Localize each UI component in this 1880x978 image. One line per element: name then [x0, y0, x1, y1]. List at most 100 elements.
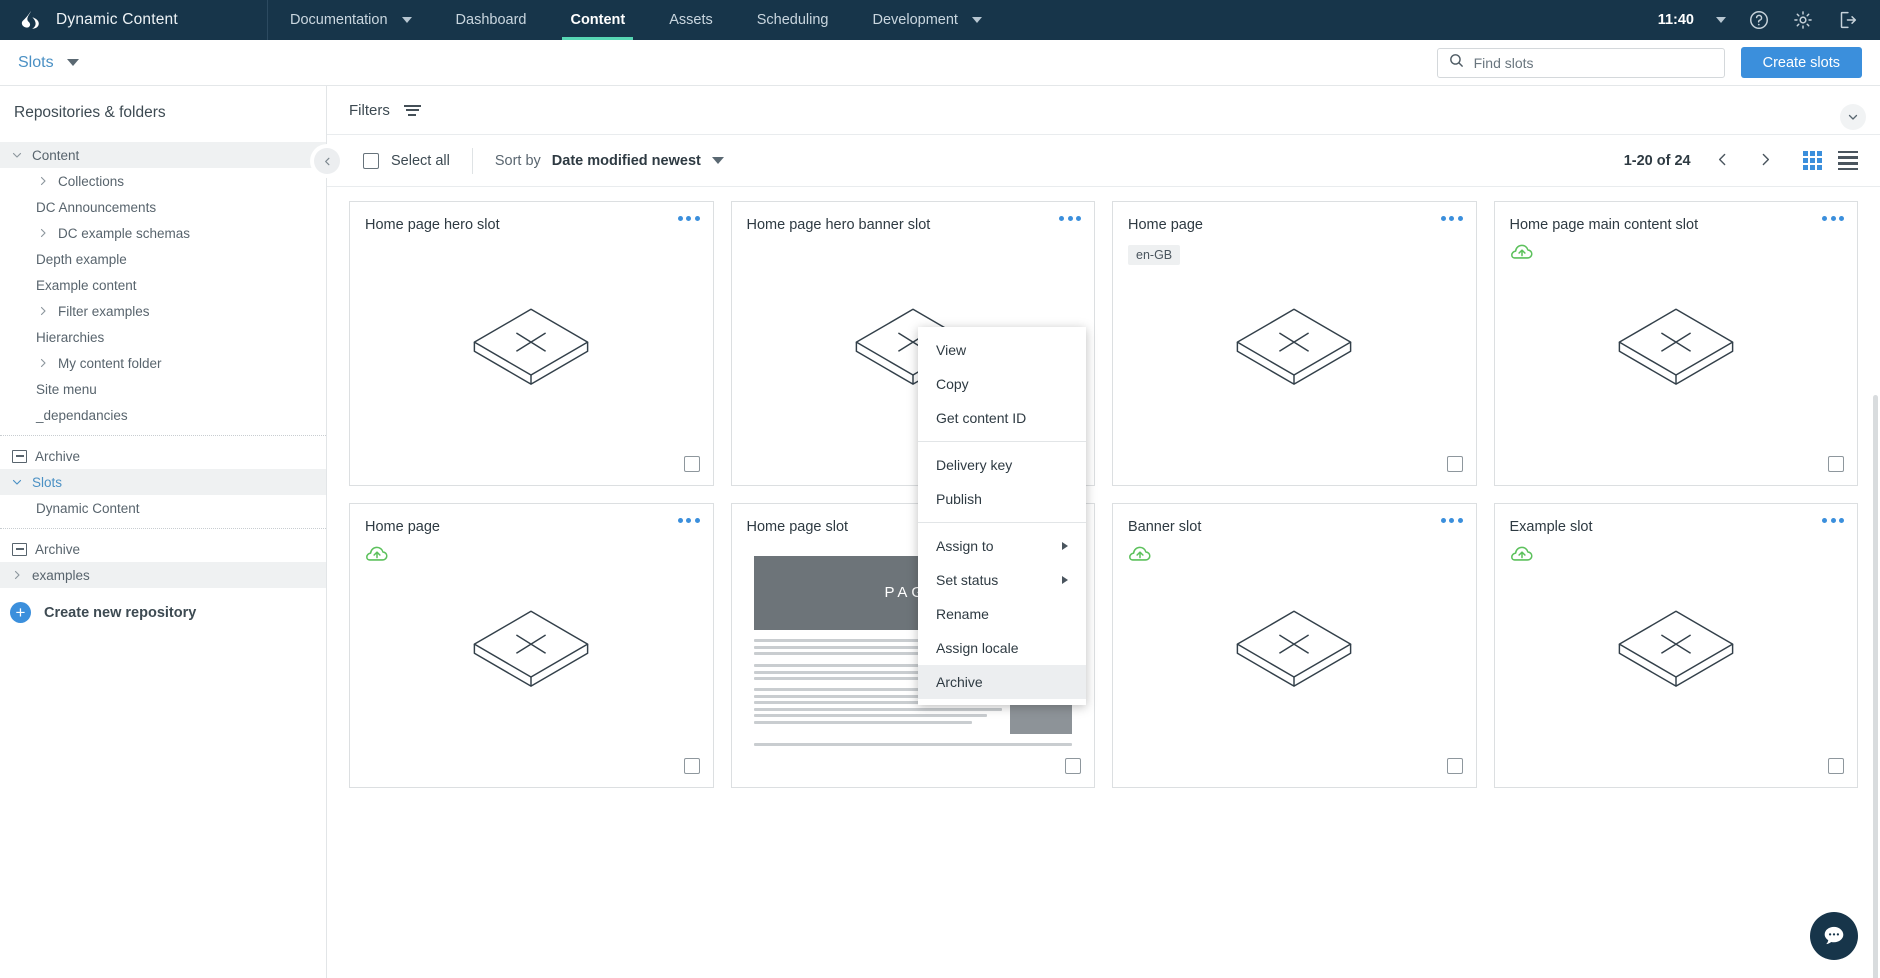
slot-card-menu-button[interactable]: [1440, 518, 1463, 523]
nav-tab-label: Scheduling: [756, 12, 829, 28]
sidebar-tree-item-dc-announcements[interactable]: DC Announcements: [0, 194, 326, 220]
slot-card[interactable]: Home page: [349, 503, 714, 788]
context-menu-item-archive[interactable]: Archive: [918, 665, 1086, 699]
slot-card-menu-button[interactable]: [677, 518, 700, 523]
slot-card-menu-button[interactable]: [1822, 216, 1844, 221]
create-new-repository-button[interactable]: + Create new repository: [0, 588, 326, 623]
search-box[interactable]: [1436, 47, 1725, 78]
slot-card-menu-button[interactable]: [1440, 216, 1463, 221]
chevron-expanded-icon[interactable]: [10, 149, 24, 161]
list-view-icon[interactable]: [1838, 150, 1858, 171]
help-icon[interactable]: [1748, 9, 1770, 31]
prev-page-chevron-left-icon[interactable]: [1711, 151, 1734, 171]
nav-tab-dashboard[interactable]: Dashboard: [434, 0, 549, 40]
slot-card-checkbox[interactable]: [683, 758, 700, 774]
create-slots-button[interactable]: Create slots: [1740, 47, 1862, 78]
chevron-collapsed-icon[interactable]: [36, 357, 50, 369]
sidebar-tree-item-label: Site menu: [36, 381, 97, 397]
sort-by-control[interactable]: Sort by Date modified newest: [495, 153, 724, 169]
sidebar-tree-item-label: Dynamic Content: [36, 500, 140, 516]
sidebar-tree-item-archive[interactable]: Archive: [0, 536, 326, 562]
chevron-collapsed-icon[interactable]: [36, 305, 50, 317]
slot-card[interactable]: Banner slot: [1112, 503, 1477, 788]
select-all-control[interactable]: Select all: [363, 152, 450, 169]
collapse-filters-chevron-down-icon[interactable]: [1840, 104, 1866, 130]
brand-block[interactable]: Dynamic Content: [0, 0, 268, 40]
context-menu-item-label: Archive: [936, 674, 983, 690]
repository-type-dropdown[interactable]: Slots: [18, 54, 79, 72]
slot-card[interactable]: Home page main content slot: [1493, 201, 1858, 486]
nav-tab-scheduling[interactable]: Scheduling: [735, 0, 851, 40]
sidebar-tree-item-dc-example-schemas[interactable]: DC example schemas: [0, 220, 326, 246]
context-menu-item-rename[interactable]: Rename: [918, 597, 1086, 631]
sidebar-tree-item-filter-examples[interactable]: Filter examples: [0, 298, 326, 324]
logout-icon[interactable]: [1836, 9, 1858, 31]
context-menu-item-label: Rename: [936, 606, 989, 622]
context-menu-item-label: Assign to: [936, 538, 994, 554]
chevron-collapsed-icon[interactable]: [10, 569, 24, 581]
sidebar-tree-item-dynamic-content[interactable]: Dynamic Content: [0, 495, 326, 521]
context-menu-item-delivery-key[interactable]: Delivery key: [918, 448, 1086, 482]
sidebar-tree-item-label: Archive: [35, 541, 81, 557]
sidebar-tree-item-content[interactable]: Content: [0, 142, 326, 168]
slot-card-checkbox[interactable]: [1828, 758, 1844, 774]
submenu-chevron-right-icon: [1062, 542, 1068, 550]
context-menu-separator: [918, 441, 1086, 442]
slot-card-checkbox[interactable]: [1446, 456, 1463, 472]
chat-bubble-icon[interactable]: [1810, 912, 1858, 960]
sidebar-tree-item-label: Filter examples: [58, 303, 150, 319]
gear-icon[interactable]: [1792, 9, 1814, 31]
cards-scroll-region[interactable]: Home page hero slot Home page hero banner…: [327, 187, 1880, 978]
nav-tab-documentation[interactable]: Documentation: [268, 0, 434, 40]
context-menu-item-get-content-id[interactable]: Get content ID: [918, 401, 1086, 435]
vertical-scrollbar[interactable]: [1873, 395, 1878, 978]
sidebar-tree-item-dependancies[interactable]: _dependancies: [0, 402, 326, 428]
slot-card[interactable]: Home page hero slot: [349, 201, 714, 486]
nav-tab-assets[interactable]: Assets: [647, 0, 735, 40]
slot-card-checkbox[interactable]: [1828, 456, 1844, 472]
context-menu-item-view[interactable]: View: [918, 333, 1086, 367]
sort-by-value: Date modified newest: [551, 152, 701, 169]
submenu-chevron-right-icon: [1062, 576, 1068, 584]
sidebar-tree-item-examples[interactable]: examples: [0, 562, 326, 588]
slot-card-checkbox[interactable]: [1446, 758, 1463, 774]
nav-tab-content[interactable]: Content: [548, 0, 647, 40]
context-menu-item-copy[interactable]: Copy: [918, 367, 1086, 401]
context-menu-item-assign-to[interactable]: Assign to: [918, 529, 1086, 563]
filter-icon[interactable]: [403, 104, 421, 116]
account-chevron-down-icon[interactable]: [1716, 17, 1726, 23]
sidebar-tree-item-site-menu[interactable]: Site menu: [0, 376, 326, 402]
sidebar-tree-item-slots[interactable]: Slots: [0, 469, 326, 495]
sidebar-tree-item-depth-example[interactable]: Depth example: [0, 246, 326, 272]
next-page-chevron-right-icon[interactable]: [1754, 151, 1777, 171]
slot-card-menu-button[interactable]: [1059, 216, 1081, 221]
nav-tab-development[interactable]: Development: [851, 0, 1004, 40]
context-menu-item-assign-locale[interactable]: Assign locale: [918, 631, 1086, 665]
slot-card-title: Home page hero slot: [365, 217, 500, 233]
context-menu-item-publish[interactable]: Publish: [918, 482, 1086, 516]
context-menu-item-set-status[interactable]: Set status: [918, 563, 1086, 597]
published-cloud-icon: [365, 546, 389, 562]
create-new-repository-label: Create new repository: [44, 604, 197, 621]
slot-card-menu-button[interactable]: [1822, 518, 1844, 523]
chevron-collapsed-icon[interactable]: [36, 227, 50, 239]
nav-tab-label: Documentation: [290, 12, 388, 28]
sidebar-tree-item-example-content[interactable]: Example content: [0, 272, 326, 298]
slot-card[interactable]: Home page en-GB: [1112, 201, 1477, 486]
sort-by-label: Sort by: [494, 152, 541, 169]
search-input[interactable]: [1473, 54, 1714, 71]
locale-badge: en-GB: [1128, 244, 1181, 265]
sidebar-tree-item-archive[interactable]: Archive: [0, 443, 326, 469]
sidebar-tree-item-collections[interactable]: Collections: [0, 168, 326, 194]
sidebar-tree-item-hierarchies[interactable]: Hierarchies: [0, 324, 326, 350]
slot-card[interactable]: Example slot: [1493, 503, 1858, 788]
grid-view-icon[interactable]: [1802, 150, 1822, 171]
collapse-sidebar-chevron-left-icon[interactable]: [314, 148, 340, 174]
chevron-expanded-icon[interactable]: [10, 476, 24, 488]
slot-card-checkbox[interactable]: [683, 456, 700, 472]
select-all-checkbox[interactable]: [363, 152, 379, 169]
slot-card-checkbox[interactable]: [1065, 758, 1081, 774]
sidebar-tree-item-my-content-folder[interactable]: My content folder: [0, 350, 326, 376]
slot-card-menu-button[interactable]: [677, 216, 700, 221]
chevron-collapsed-icon[interactable]: [36, 175, 50, 187]
